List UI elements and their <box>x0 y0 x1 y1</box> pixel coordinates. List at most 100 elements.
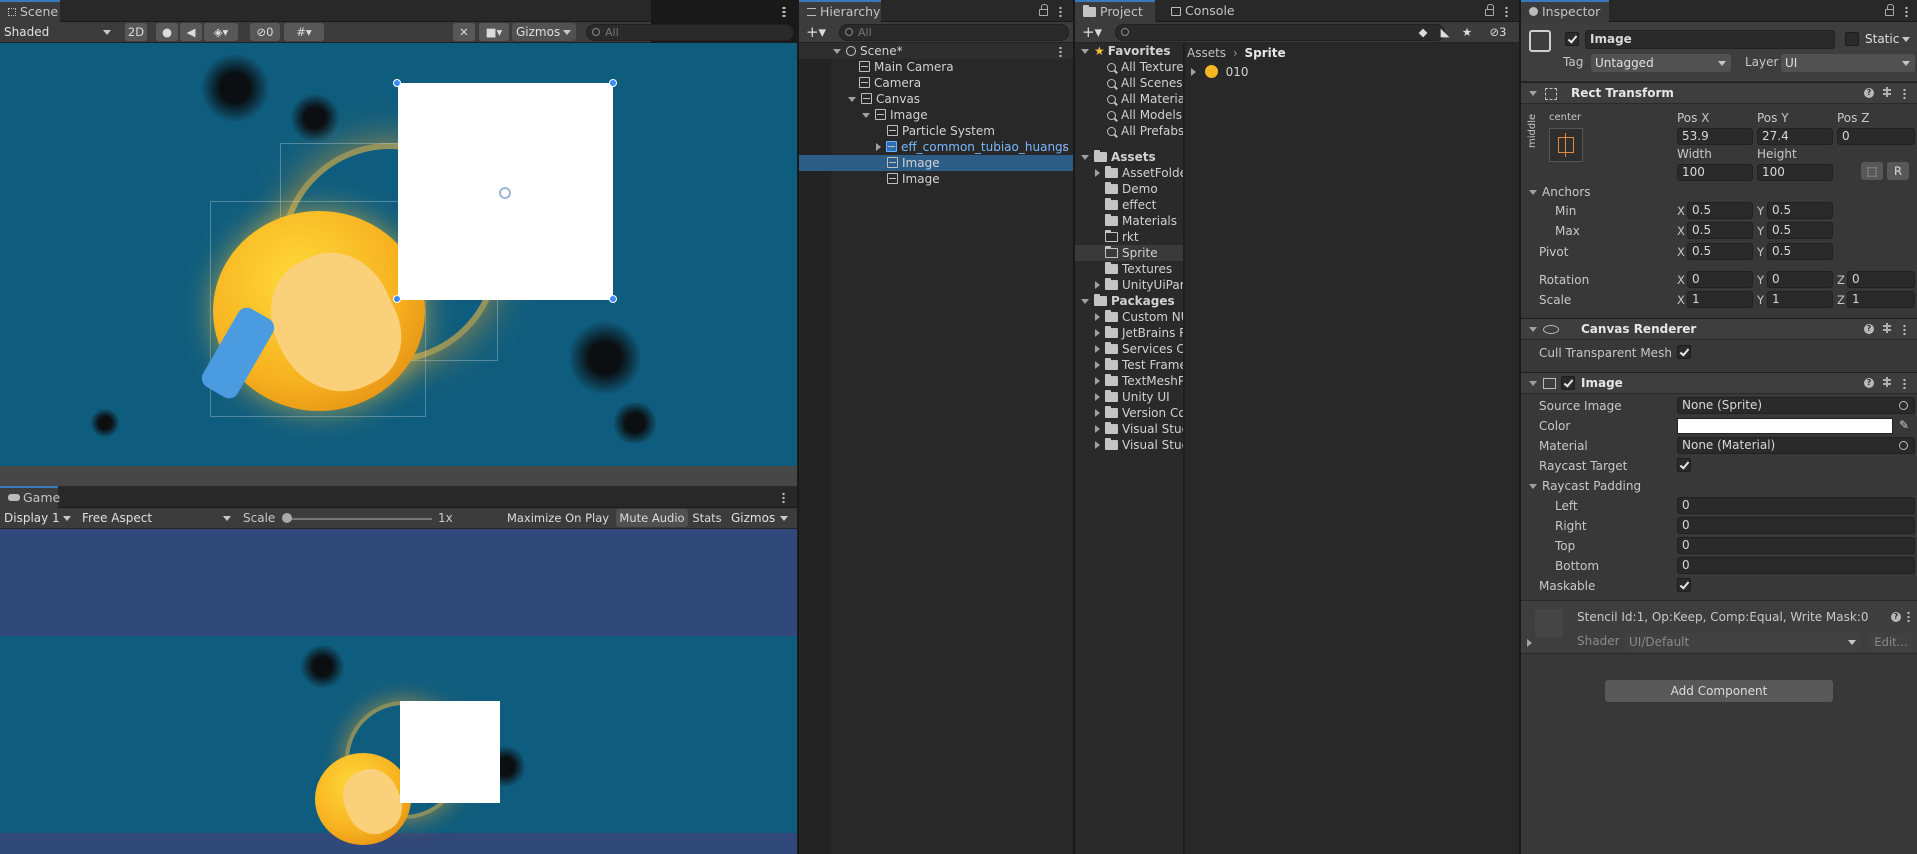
asset-folder[interactable]: UnityUiParticles <box>1075 277 1183 293</box>
asset-folder[interactable]: Demo <box>1075 181 1183 197</box>
posx-field[interactable]: 53.9 <box>1677 128 1753 145</box>
layer-dropdown[interactable]: UI <box>1781 54 1915 72</box>
favorite-item[interactable]: All Prefabs <box>1075 123 1183 139</box>
lock-icon[interactable] <box>1885 4 1894 16</box>
hidden-packages-icon[interactable]: ⊘3 <box>1480 23 1516 41</box>
hierarchy-item-image[interactable]: Image <box>799 171 1073 187</box>
expand-arrow-icon[interactable] <box>1081 155 1089 160</box>
help-icon[interactable]: ? <box>1864 378 1874 388</box>
scale-x-field[interactable]: 1 <box>1687 291 1753 308</box>
add-component-button[interactable]: Add Component <box>1605 680 1833 702</box>
asset-folder[interactable]: Materials <box>1075 213 1183 229</box>
favorite-item[interactable]: All Models <box>1075 107 1183 123</box>
project-search-input[interactable] <box>1115 24 1445 41</box>
anchor-preset-button[interactable] <box>1549 128 1583 162</box>
pivot-y-field[interactable]: 0.5 <box>1767 243 1833 260</box>
asset-folder-selected[interactable]: Sprite <box>1075 245 1183 261</box>
favorites-header[interactable]: ★ Favorites <box>1075 43 1183 59</box>
color-swatch[interactable] <box>1677 418 1893 434</box>
game-menu-icon[interactable] <box>782 492 785 503</box>
scene-search-input[interactable]: All <box>586 24 794 41</box>
component-menu-icon[interactable] <box>1903 378 1906 389</box>
eyedropper-icon[interactable]: ✎ <box>1899 418 1909 432</box>
package-folder[interactable]: Visual Studio <box>1075 421 1183 437</box>
package-folder[interactable]: TextMeshPro <box>1075 373 1183 389</box>
favorite-item[interactable]: All Textures <box>1075 59 1183 75</box>
collapse-arrow-icon[interactable] <box>1529 484 1537 489</box>
raw-edit-button[interactable]: R <box>1887 162 1909 180</box>
scale-slider-track[interactable] <box>286 518 432 520</box>
shading-mode-dropdown[interactable]: Shaded <box>0 23 116 41</box>
breadcrumb-sprite[interactable]: Sprite <box>1245 46 1286 60</box>
material-field[interactable]: None (Material) <box>1677 437 1915 454</box>
scene-scrollbar[interactable] <box>0 466 797 486</box>
help-icon[interactable]: ? <box>1864 88 1874 98</box>
raycast-target-checkbox[interactable] <box>1677 458 1691 472</box>
cull-transparent-mesh-checkbox[interactable] <box>1677 345 1691 359</box>
expand-arrow-icon[interactable] <box>1095 345 1100 353</box>
maximize-on-play-button[interactable]: Maximize On Play <box>504 509 612 527</box>
tab-inspector[interactable]: Inspector <box>1521 0 1609 22</box>
camera-icon[interactable]: ■▾ <box>479 23 509 41</box>
tab-hierarchy[interactable]: Hierarchy <box>799 0 881 22</box>
posy-field[interactable]: 27.4 <box>1757 128 1833 145</box>
scale-z-field[interactable]: 1 <box>1847 291 1915 308</box>
static-dropdown[interactable]: Static <box>1861 30 1915 48</box>
material-menu-icon[interactable] <box>1907 611 1910 622</box>
breadcrumb-assets[interactable]: Assets <box>1187 46 1226 60</box>
help-icon[interactable]: ? <box>1864 324 1874 334</box>
hierarchy-item-main-camera[interactable]: Main Camera <box>799 59 1073 75</box>
expand-arrow-icon[interactable] <box>1095 169 1100 177</box>
height-field[interactable]: 100 <box>1757 164 1833 181</box>
package-folder[interactable]: Custom NUnit <box>1075 309 1183 325</box>
file-item[interactable]: 010 <box>1187 64 1507 80</box>
rotation-y-field[interactable]: 0 <box>1767 271 1833 288</box>
aspect-dropdown[interactable]: Free Aspect <box>78 509 236 527</box>
expand-arrow-icon[interactable] <box>1095 441 1100 449</box>
preset-icon[interactable] <box>1881 87 1893 99</box>
object-picker-icon[interactable] <box>1899 441 1908 450</box>
expand-arrow-icon[interactable] <box>1095 409 1100 417</box>
expand-arrow-icon[interactable] <box>1081 299 1089 304</box>
preset-icon[interactable] <box>1881 377 1893 389</box>
lock-icon[interactable] <box>1039 4 1048 16</box>
create-add-button[interactable]: +▾ <box>802 23 830 41</box>
scale-slider-thumb[interactable] <box>282 513 292 523</box>
asset-folder[interactable]: effect <box>1075 197 1183 213</box>
blueprint-mode-button[interactable]: ⬚ <box>1861 162 1883 180</box>
expand-arrow-icon[interactable] <box>1081 49 1089 54</box>
collapse-arrow-icon[interactable] <box>1529 327 1537 332</box>
raycast-padding-foldout[interactable]: Raycast Padding <box>1529 478 1641 494</box>
width-field[interactable]: 100 <box>1677 164 1753 181</box>
object-picker-icon[interactable] <box>1899 401 1908 410</box>
anchor-min-x-field[interactable]: 0.5 <box>1687 202 1753 219</box>
padding-bottom-field[interactable]: 0 <box>1677 557 1915 574</box>
display-dropdown[interactable]: Display 1 <box>0 509 76 527</box>
toggle-2d-button[interactable]: 2D <box>125 23 147 41</box>
project-splitter[interactable] <box>1183 43 1185 854</box>
padding-left-field[interactable]: 0 <box>1677 497 1915 514</box>
hierarchy-item-image-selected[interactable]: Image <box>799 155 1073 171</box>
hierarchy-item-particle-system[interactable]: Particle System <box>799 123 1073 139</box>
tab-project[interactable]: Project <box>1075 0 1155 22</box>
image-component-header[interactable]: Image ? <box>1521 372 1917 394</box>
package-folder[interactable]: Unity UI <box>1075 389 1183 405</box>
game-gizmos-dropdown[interactable]: Gizmos <box>727 509 793 527</box>
edit-shader-button[interactable]: Edit... <box>1869 633 1913 651</box>
panel-divider[interactable] <box>1073 0 1075 854</box>
expand-arrow-icon[interactable] <box>1095 313 1100 321</box>
rect-handle[interactable] <box>393 79 401 87</box>
package-folder[interactable]: Test Framework <box>1075 357 1183 373</box>
collapse-arrow-icon[interactable] <box>1529 190 1537 195</box>
hierarchy-menu-icon[interactable] <box>1059 6 1062 17</box>
pivot-x-field[interactable]: 0.5 <box>1687 243 1753 260</box>
expand-arrow-icon[interactable] <box>1095 425 1100 433</box>
expand-arrow-icon[interactable] <box>1191 68 1196 76</box>
source-image-field[interactable]: None (Sprite) <box>1677 397 1915 414</box>
grid-snap-icon[interactable]: #▾ <box>284 23 324 41</box>
static-checkbox[interactable] <box>1845 32 1859 46</box>
rotation-z-field[interactable]: 0 <box>1847 271 1915 288</box>
project-create-button[interactable]: +▾ <box>1078 23 1106 41</box>
hierarchy-item-canvas[interactable]: Canvas <box>799 91 1073 107</box>
rect-transform-header[interactable]: Rect Transform ? <box>1521 82 1917 104</box>
